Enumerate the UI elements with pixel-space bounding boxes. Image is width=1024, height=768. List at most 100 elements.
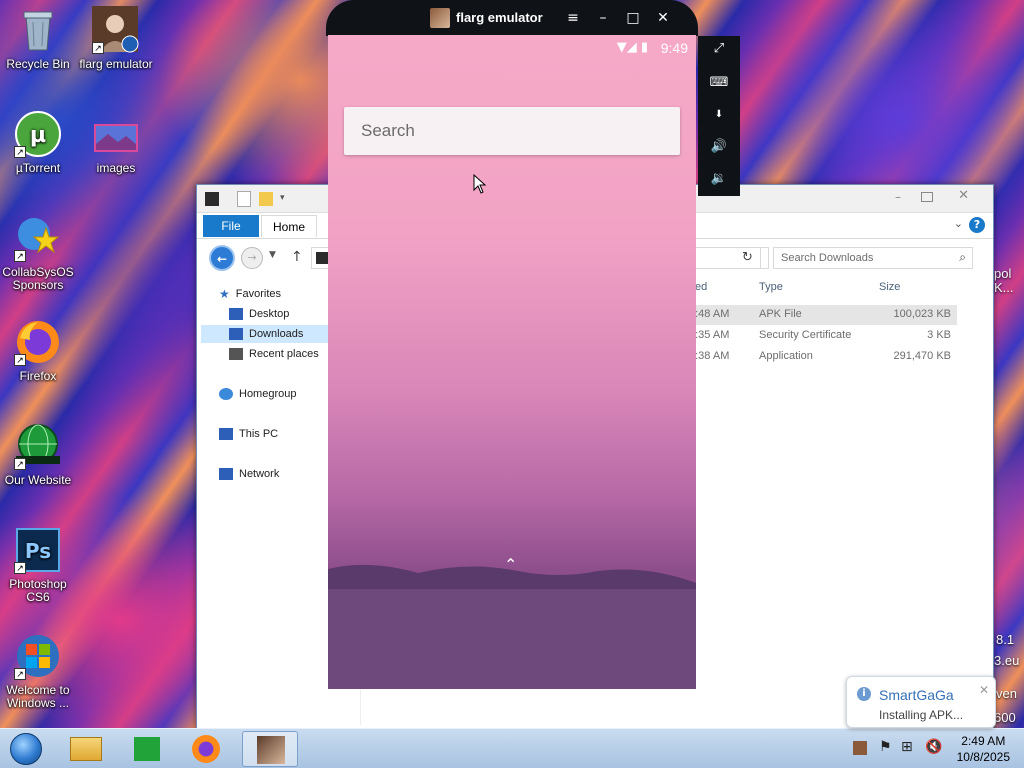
notification-close-icon[interactable]: ✕ xyxy=(979,683,989,697)
nav-item-label: Favorites xyxy=(235,288,282,300)
nav-item-recent-places[interactable]: Recent places xyxy=(229,345,319,363)
desktop-icon-label: Firefox xyxy=(19,369,57,383)
file-size: 100,023 KB xyxy=(893,308,952,320)
new-folder-quick-icon[interactable] xyxy=(259,192,273,206)
volume-down-icon[interactable]: 🔉 xyxy=(706,168,732,190)
recent-places-icon xyxy=(229,348,243,361)
file-type: Application xyxy=(759,350,813,362)
nav-item-homegroup[interactable]: Homegroup xyxy=(219,385,296,403)
customize-quick-access-icon[interactable]: ▾ xyxy=(280,193,285,203)
column-header-size[interactable]: Size xyxy=(879,281,900,293)
volume-muted-icon[interactable]: 🔇 xyxy=(925,739,942,755)
forward-button[interactable]: → xyxy=(241,247,263,269)
recent-locations-icon[interactable]: ▼ xyxy=(269,250,276,260)
nav-item-this-pc[interactable]: This PC xyxy=(219,425,278,443)
desktop-icon-utorrent[interactable]: µ ↗ µTorrent xyxy=(0,110,80,175)
fullscreen-icon[interactable]: ⤢ xyxy=(706,38,732,60)
file-size: 3 KB xyxy=(927,329,951,341)
nav-item-desktop[interactable]: Desktop xyxy=(229,305,289,323)
table-row[interactable]: 2:35 AM Security Certificate 3 KB xyxy=(689,326,957,346)
nav-item-label: Desktop xyxy=(249,308,290,320)
network-tray-icon[interactable]: ⊞ xyxy=(901,739,913,755)
maximize-button[interactable] xyxy=(921,192,933,202)
desktop-icon-welcome-windows[interactable]: ↗ Welcome to Windows ... xyxy=(0,632,80,710)
search-placeholder: Search Downloads xyxy=(781,252,874,264)
nav-item-network[interactable]: Network xyxy=(219,465,279,483)
desktop-icon-flarg-emulator[interactable]: ↗ flarg emulator xyxy=(74,6,158,71)
emulator-window[interactable]: flarg emulator ≡ – □ ✕ ⤢ ⌨ ⬇ 🔊 🔉 ▼◢ ▮ 9:… xyxy=(326,0,740,690)
close-button[interactable]: ✕ xyxy=(958,188,969,203)
android-screen[interactable]: ▼◢ ▮ 9:49 Search ⌃ xyxy=(328,35,696,689)
photoshop-icon: Ps ↗ xyxy=(14,526,62,574)
install-apk-icon[interactable]: ⬇ xyxy=(706,104,732,126)
status-time: 9:49 xyxy=(660,40,688,56)
tab-home[interactable]: Home xyxy=(261,215,317,237)
desktop-icon-label: Recycle Bin xyxy=(6,57,70,71)
tab-file[interactable]: File xyxy=(203,215,259,237)
taskbar-store[interactable] xyxy=(120,731,176,767)
nav-item-label: Homegroup xyxy=(239,388,297,400)
notification-title: SmartGaGa xyxy=(879,687,954,703)
back-button[interactable]: ← xyxy=(209,245,235,271)
emulator-titlebar[interactable]: flarg emulator ≡ – □ ✕ xyxy=(326,0,698,36)
desktop-icon-recycle-bin[interactable]: Recycle Bin xyxy=(0,6,80,71)
file-type: APK File xyxy=(759,308,802,320)
desktop-icon-images[interactable]: images xyxy=(74,110,158,175)
system-tray: ⚑ ⊞ 🔇 2:49 AM 10/8/2025 xyxy=(849,729,1024,768)
recycle-bin-icon xyxy=(14,6,62,54)
store-icon xyxy=(134,737,160,761)
table-row[interactable]: 2:48 AM APK File 100,023 KB xyxy=(689,305,957,325)
table-row[interactable]: 2:38 AM Application 291,470 KB xyxy=(689,347,957,367)
nav-item-label: Downloads xyxy=(249,328,304,340)
minimize-button[interactable]: – xyxy=(592,8,614,28)
clock[interactable]: 2:49 AM 10/8/2025 xyxy=(957,733,1010,765)
folder-icon xyxy=(70,737,102,761)
nav-item-favorites[interactable]: ★ Favorites xyxy=(219,285,281,303)
action-center-flag-icon[interactable]: ⚑ xyxy=(879,739,892,755)
app-drawer-chevron-icon[interactable]: ⌃ xyxy=(504,555,517,574)
windows-start-icon xyxy=(10,733,42,765)
help-button[interactable]: ? xyxy=(969,217,985,233)
star-icon: ★ xyxy=(219,287,230,302)
homegroup-icon xyxy=(219,388,233,401)
close-button[interactable]: ✕ xyxy=(652,8,674,28)
taskbar-file-explorer[interactable] xyxy=(58,731,114,767)
desktop-icon-label: flarg emulator xyxy=(79,57,153,71)
column-header-type[interactable]: Type xyxy=(759,281,783,293)
menu-icon[interactable]: ≡ xyxy=(562,8,584,28)
refresh-button[interactable]: ↻ xyxy=(735,247,761,269)
search-placeholder: Search xyxy=(361,121,415,140)
emulator-title: flarg emulator xyxy=(456,10,543,25)
minimize-button[interactable]: – xyxy=(895,190,909,204)
edge-text: 600 xyxy=(994,710,1016,725)
taskbar-firefox[interactable] xyxy=(178,731,234,767)
properties-quick-icon[interactable] xyxy=(237,191,251,207)
svg-text:µ: µ xyxy=(30,123,46,148)
taskbar-flarg-emulator[interactable] xyxy=(242,731,298,767)
edge-text: ven xyxy=(996,686,1017,701)
mouse-cursor-icon xyxy=(473,174,487,194)
ribbon-collapse-icon[interactable]: ⌄ xyxy=(954,217,963,230)
desktop-icon-our-website[interactable]: ↗ Our Website xyxy=(0,422,80,487)
clock-date: 10/8/2025 xyxy=(956,750,1010,764)
keyboard-icon[interactable]: ⌨ xyxy=(706,72,732,94)
maximize-button[interactable]: □ xyxy=(622,8,644,28)
install-notification[interactable]: i SmartGaGa Installing APK... ✕ xyxy=(846,676,996,728)
emulator-tray-icon[interactable] xyxy=(853,741,867,755)
search-downloads-input[interactable]: Search Downloads ⌕ xyxy=(773,247,973,269)
desktop-icon-collabsysos-sponsors[interactable]: ↗ CollabSysOS Sponsors xyxy=(0,214,80,292)
windows-logo-icon: ↗ xyxy=(14,632,62,680)
up-button[interactable]: ↑ xyxy=(291,249,303,265)
desktop-icon-photoshop[interactable]: Ps ↗ Photoshop CS6 xyxy=(0,526,80,604)
edge-text: 3.eu xyxy=(994,653,1020,668)
taskbar: ⚑ ⊞ 🔇 2:49 AM 10/8/2025 xyxy=(0,728,1024,768)
start-button[interactable] xyxy=(4,731,48,767)
android-search-bar[interactable]: Search xyxy=(344,107,680,155)
network-icon xyxy=(219,468,233,481)
downloads-folder-icon xyxy=(229,328,243,341)
utorrent-icon: µ ↗ xyxy=(14,110,62,158)
file-type: Security Certificate xyxy=(759,329,852,341)
explorer-app-icon xyxy=(205,192,219,206)
volume-up-icon[interactable]: 🔊 xyxy=(706,136,732,158)
desktop-icon-firefox[interactable]: ↗ Firefox xyxy=(0,318,80,383)
